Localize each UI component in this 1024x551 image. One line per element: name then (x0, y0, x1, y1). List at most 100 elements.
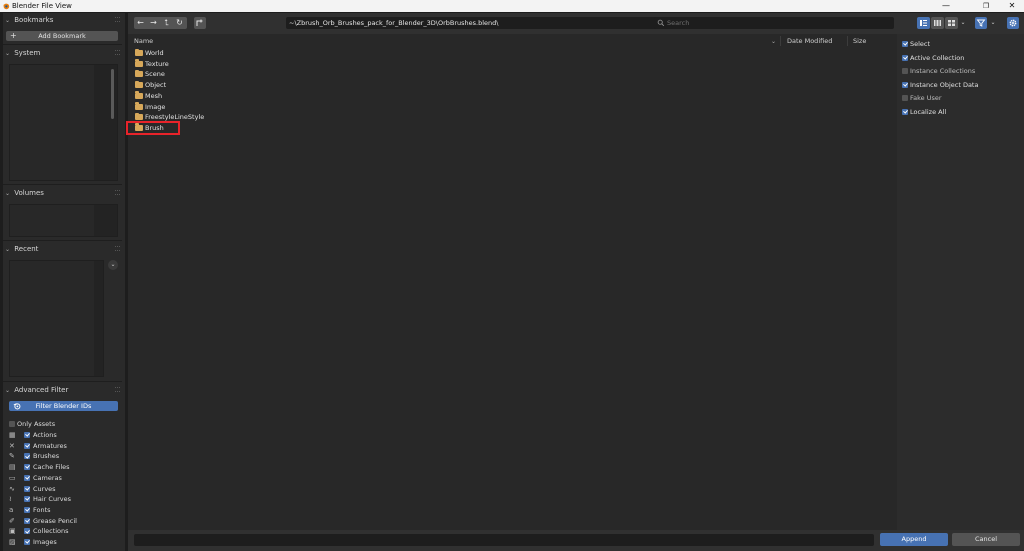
execute-bar: Append Cancel (128, 530, 1024, 551)
drag-grip-icon[interactable] (115, 387, 120, 392)
file-list-row[interactable]: Image (134, 102, 334, 112)
grease-pencil-icon: ✐ (9, 516, 15, 525)
sort-arrow-icon[interactable]: ⌄ (771, 37, 776, 46)
chevron-down-icon[interactable]: ⌄ (959, 17, 967, 29)
system-panel-header[interactable]: ⌄ System (3, 47, 122, 59)
checkbox-checked-icon (24, 517, 30, 524)
close-button[interactable]: ✕ (1001, 0, 1023, 12)
option-checkbox[interactable]: Instance Collections (902, 66, 1022, 76)
grid-view-icon (948, 20, 955, 26)
drag-grip-icon[interactable] (115, 190, 120, 195)
image-icon: ▨ (9, 538, 16, 546)
filter-item-checkbox[interactable]: ▦ Actions (9, 430, 119, 440)
drag-grip-icon[interactable] (115, 50, 120, 55)
thumbnail-view-button[interactable] (945, 17, 958, 29)
drag-grip-icon[interactable] (115, 17, 120, 22)
checkbox-checked-icon (24, 442, 30, 449)
append-button[interactable]: Append (880, 533, 948, 546)
system-scrollbar[interactable] (111, 69, 114, 119)
file-list-row[interactable]: Texture (134, 59, 334, 69)
filter-item-checkbox[interactable]: ▭ Cameras (9, 473, 119, 483)
create-directory-button[interactable] (194, 17, 206, 29)
filter-item-label: Brushes (33, 452, 60, 461)
filter-item-checkbox[interactable]: ✕ Armatures (9, 441, 119, 451)
filter-item-checkbox[interactable]: ✐ Grease Pencil (9, 516, 119, 526)
forward-button[interactable]: → (147, 17, 160, 29)
option-label: Select (910, 40, 931, 48)
system-list[interactable] (9, 64, 118, 181)
file-list-row[interactable]: World (134, 48, 334, 58)
add-bookmark-label: Add Bookmark (38, 32, 86, 40)
option-checkbox[interactable]: Fake User (902, 93, 1022, 103)
filter-toggle-button[interactable] (975, 17, 987, 29)
chevron-down-icon: ⌄ (4, 50, 11, 57)
funnel-icon (976, 19, 986, 27)
divider (3, 381, 122, 382)
filter-item-checkbox[interactable]: ▨ Images (9, 537, 119, 547)
recent-panel-header[interactable]: ⌄ Recent (3, 243, 122, 255)
minimize-button[interactable]: — (935, 0, 957, 12)
option-checkbox[interactable]: Instance Object Data (902, 80, 1022, 90)
filter-item-checkbox[interactable]: ✎ Brushes (9, 451, 119, 461)
system-header-label: System (14, 49, 41, 57)
recent-menu-button[interactable]: ⌄ (108, 260, 118, 270)
back-button[interactable]: ← (134, 17, 147, 29)
navigation-group: ← → ⮤ ↻ (134, 17, 187, 29)
refresh-button[interactable]: ↻ (173, 17, 186, 29)
chevron-down-icon[interactable]: ⌄ (989, 17, 997, 29)
bookmarks-panel-header[interactable]: ⌄ Bookmarks (3, 14, 122, 26)
maximize-button[interactable]: ❐ (975, 0, 997, 12)
horizontal-list-view-button[interactable] (931, 17, 944, 29)
new-folder-icon (196, 19, 203, 26)
column-header-size[interactable]: Size (853, 37, 866, 46)
filter-item-checkbox[interactable]: ▣ Collections (9, 526, 119, 536)
import-options-panel: Select Active Collection Instance Collecti… (897, 34, 1024, 530)
folder-icon (135, 48, 143, 56)
column-separator (847, 36, 848, 46)
option-checkbox[interactable]: Active Collection (902, 53, 1022, 63)
brush-icon: ✎ (9, 452, 15, 461)
filter-item-label: Curves (33, 484, 56, 493)
vertical-list-view-button[interactable] (917, 17, 930, 29)
settings-toggle-button[interactable] (1007, 17, 1019, 29)
search-icon (657, 19, 665, 27)
volumes-panel-header[interactable]: ⌄ Volumes (3, 187, 122, 199)
checkbox-checked-icon (24, 474, 30, 481)
folder-icon (135, 59, 143, 67)
system-list-area (10, 65, 94, 180)
drag-grip-icon[interactable] (115, 246, 120, 251)
only-assets-checkbox[interactable]: Only Assets (9, 419, 119, 429)
advanced-filter-panel-header[interactable]: ⌄ Advanced Filter (3, 384, 122, 396)
search-field[interactable]: Search (654, 17, 894, 29)
divider (3, 184, 122, 185)
volumes-list-area (10, 205, 94, 236)
file-list-row[interactable]: Object (134, 80, 334, 90)
curve-icon: ∿ (9, 484, 15, 493)
parent-directory-button[interactable]: ⮤ (160, 17, 173, 29)
add-bookmark-button[interactable]: + Add Bookmark (6, 31, 118, 41)
column-header-name[interactable]: Name (134, 37, 153, 46)
filter-item-label: Actions (33, 431, 57, 439)
filter-blender-ids-toggle[interactable]: Filter Blender IDs (9, 401, 118, 411)
file-list-row[interactable]: Scene (134, 69, 334, 79)
column-header-date-modified[interactable]: Date Modified (787, 37, 832, 46)
filter-item-checkbox[interactable]: ▤ Cache Files (9, 462, 119, 472)
folder-icon (135, 102, 143, 110)
divider (3, 44, 122, 45)
advanced-filter-header-label: Advanced Filter (14, 386, 69, 394)
filename-field[interactable] (134, 534, 874, 546)
filter-item-checkbox[interactable]: ≀ Hair Curves (9, 494, 119, 504)
file-list-row[interactable]: Mesh (134, 91, 334, 101)
file-list-area[interactable]: Name ⌄ Date Modified Size World Texture Sc… (128, 34, 897, 530)
filter-item-label: Grease Pencil (33, 516, 77, 525)
recent-list[interactable] (9, 260, 104, 377)
option-checkbox[interactable]: Localize All (902, 107, 1022, 117)
hair-curve-icon: ≀ (9, 495, 12, 504)
volumes-list[interactable] (9, 204, 118, 237)
filter-item-checkbox[interactable]: ∿ Curves (9, 484, 119, 494)
filter-item-checkbox[interactable]: a Fonts (9, 505, 119, 515)
option-checkbox[interactable]: Select (902, 39, 1022, 49)
font-icon: a (9, 505, 14, 514)
option-label: Instance Object Data (910, 80, 979, 89)
cancel-button[interactable]: Cancel (952, 533, 1020, 546)
